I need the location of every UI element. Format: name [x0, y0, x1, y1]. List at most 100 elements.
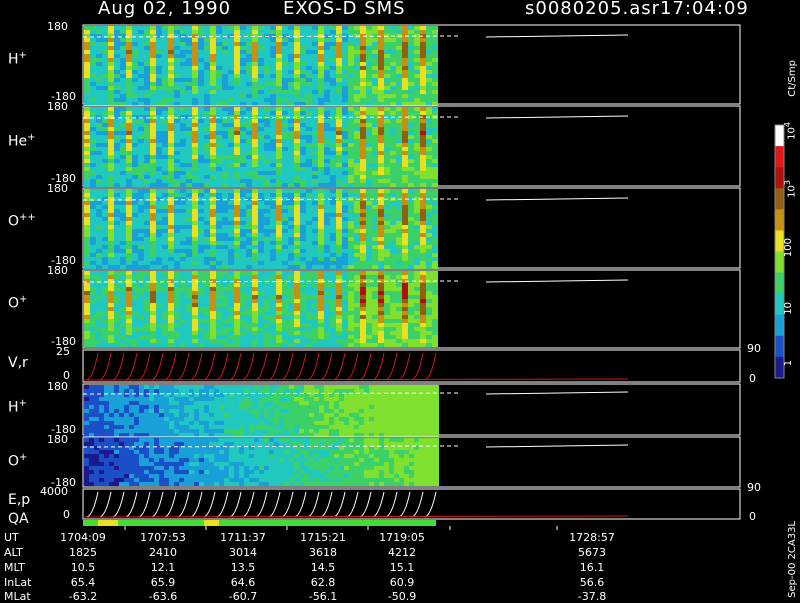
heatmap-cell: [288, 327, 294, 331]
heatmap-cell: [318, 275, 324, 279]
heatmap-cell: [300, 193, 306, 197]
heatmap-cell: [204, 143, 210, 147]
heatmap-cell: [276, 221, 282, 225]
heatmap-cell: [306, 249, 312, 253]
heatmap-cell: [360, 111, 366, 115]
heatmap-cell: [330, 295, 336, 299]
heatmap-cell: [378, 271, 384, 275]
heatmap-cell: [138, 311, 144, 315]
heatmap-cell: [348, 78, 354, 82]
heatmap-cell: [144, 229, 150, 233]
heatmap-cell: [168, 34, 174, 38]
heatmap-cell: [396, 62, 402, 66]
heatmap-cell: [210, 163, 216, 167]
heatmap-cell: [300, 111, 306, 115]
heatmap-cell: [96, 241, 102, 245]
heatmap-cell: [366, 82, 372, 86]
heatmap-cell: [258, 131, 264, 135]
heatmap-cell: [119, 385, 124, 389]
heatmap-cell: [108, 94, 114, 98]
heatmap-cell: [144, 135, 150, 139]
heatmap-cell: [228, 143, 234, 147]
heatmap-cell: [420, 175, 426, 179]
heatmap-cell: [348, 315, 354, 319]
heatmap-cell: [228, 94, 234, 98]
heatmap-cell: [169, 397, 174, 401]
heatmap-cell: [150, 111, 156, 115]
heatmap-cell: [396, 265, 402, 269]
heatmap-cell: [366, 54, 372, 58]
heatmap-cell: [324, 249, 330, 253]
heatmap-cell: [138, 265, 144, 269]
heatmap-cell: [372, 229, 378, 233]
heatmap-cell: [90, 26, 96, 30]
heatmap-cell: [222, 315, 228, 319]
heatmap-cell: [124, 389, 129, 393]
heatmap-cell: [108, 175, 114, 179]
heatmap-cell: [366, 163, 372, 167]
heatmap-cell: [114, 167, 120, 171]
heatmap-cell: [300, 107, 306, 111]
heatmap-cell: [192, 147, 198, 151]
heatmap-cell: [126, 90, 132, 94]
heatmap-cell: [342, 38, 348, 42]
heatmap-cell: [408, 119, 414, 123]
heatmap-cell: [174, 413, 179, 417]
heatmap-cell: [186, 303, 192, 307]
heatmap-cell: [186, 111, 192, 115]
heatmap-cell: [126, 295, 132, 299]
sweep-curve: [151, 352, 164, 381]
heatmap-cell: [342, 295, 348, 299]
heatmap-cell: [138, 271, 144, 275]
heatmap-cell: [330, 307, 336, 311]
heatmap-cell: [360, 30, 366, 34]
heatmap-cell: [264, 179, 270, 183]
heatmap-cell: [150, 323, 156, 327]
heatmap-cell: [372, 70, 378, 74]
heatmap-cell: [348, 229, 354, 233]
heatmap-cell: [426, 179, 432, 183]
heatmap-cell: [210, 42, 216, 46]
heatmap-cell: [300, 323, 306, 327]
heatmap-cell: [258, 253, 264, 257]
heatmap-cell: [179, 413, 184, 417]
heatmap-cell: [312, 127, 318, 131]
heatmap-cell: [162, 127, 168, 131]
heatmap-cell: [240, 229, 246, 233]
heatmap-cell: [252, 335, 258, 339]
heatmap-cell: [150, 139, 156, 143]
heatmap-cell: [90, 171, 96, 175]
heatmap-cell: [342, 167, 348, 171]
heatmap-cell: [432, 287, 438, 291]
heatmap-cell: [84, 291, 90, 295]
heatmap-cell: [414, 127, 420, 131]
heatmap-cell: [324, 111, 330, 115]
heatmap-cell: [162, 339, 168, 343]
heatmap-cell: [84, 50, 90, 54]
heatmap-cell: [228, 271, 234, 275]
heatmap-cell: [102, 74, 108, 78]
heatmap-cell: [84, 193, 90, 197]
heatmap-cell: [354, 229, 360, 233]
heatmap-cell: [318, 315, 324, 319]
heatmap-cell: [390, 50, 396, 54]
heatmap-cell: [402, 241, 408, 245]
heatmap-cell: [144, 339, 150, 343]
heatmap-cell: [336, 70, 342, 74]
heatmap-cell: [126, 82, 132, 86]
heatmap-cell: [216, 221, 222, 225]
heatmap-cell: [378, 82, 384, 86]
heatmap-cell: [258, 237, 264, 241]
heatmap-cell: [169, 413, 174, 417]
heatmap-cell: [210, 279, 216, 283]
heatmap-cell: [336, 46, 342, 50]
heatmap-cell: [138, 315, 144, 319]
heatmap-cell: [204, 233, 210, 237]
heatmap-cell: [264, 287, 270, 291]
sweep-curve: [86, 352, 99, 381]
heatmap-cell: [252, 323, 258, 327]
heatmap-cell: [282, 241, 288, 245]
heatmap-cell: [390, 171, 396, 175]
sweep-curve: [164, 352, 177, 381]
heatmap-cell: [216, 159, 222, 163]
